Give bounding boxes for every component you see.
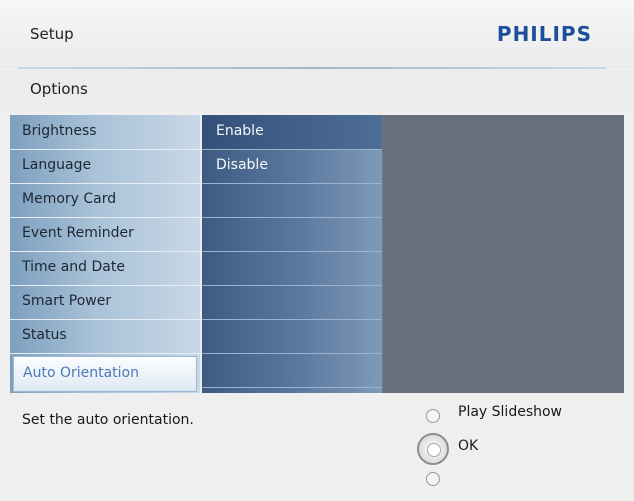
menu-panel: Brightness Language Memory Card Event Re… — [10, 115, 624, 393]
submenu-item-empty — [202, 353, 382, 388]
section-header: Options — [0, 70, 634, 112]
menu-item-brightness[interactable]: Brightness — [10, 115, 200, 150]
menu-item-auto-orientation[interactable]: Auto Orientation — [13, 356, 197, 392]
menu-item-label: Brightness — [22, 123, 97, 139]
submenu-item-label: Enable — [216, 123, 264, 139]
submenu-item-empty — [202, 183, 382, 218]
play-slideshow-label: Play Slideshow — [458, 404, 562, 420]
menu-item-memory-card[interactable]: Memory Card — [10, 183, 200, 218]
navigation-controls: Play Slideshow OK — [412, 400, 612, 495]
down-button-icon[interactable] — [426, 472, 440, 486]
submenu-item-empty — [202, 251, 382, 286]
menu-item-label: Language — [22, 157, 92, 173]
header-divider — [18, 67, 606, 69]
menu-item-label: Status — [22, 327, 67, 343]
menu-item-time-and-date[interactable]: Time and Date — [10, 251, 200, 286]
menu-item-label: Memory Card — [22, 191, 117, 207]
menu-item-language[interactable]: Language — [10, 149, 200, 184]
submenu-item-empty — [202, 217, 382, 252]
menu-item-status[interactable]: Status — [10, 319, 200, 354]
menu-item-event-reminder[interactable]: Event Reminder — [10, 217, 200, 252]
brand-logo: PHILIPS — [496, 22, 592, 46]
up-button-icon[interactable] — [426, 409, 440, 423]
submenu-item-empty — [202, 319, 382, 354]
ok-label: OK — [458, 438, 479, 454]
submenu: Enable Disable — [202, 115, 382, 393]
submenu-item-disable[interactable]: Disable — [202, 149, 382, 184]
submenu-item-enable[interactable]: Enable — [202, 115, 382, 150]
options-menu: Brightness Language Memory Card Event Re… — [10, 115, 202, 393]
submenu-item-empty — [202, 285, 382, 320]
header-bar: Setup PHILIPS — [0, 0, 634, 68]
menu-item-smart-power[interactable]: Smart Power — [10, 285, 200, 320]
preview-area — [384, 115, 624, 393]
footer-bar: Set the auto orientation. Play Slideshow… — [0, 394, 634, 501]
help-text: Set the auto orientation. — [22, 412, 194, 428]
ok-button-icon[interactable] — [417, 433, 449, 465]
menu-item-label: Smart Power — [22, 293, 112, 309]
menu-item-label: Auto Orientation — [23, 365, 139, 381]
section-label: Options — [30, 80, 88, 98]
submenu-item-label: Disable — [216, 157, 268, 173]
menu-item-label: Time and Date — [22, 259, 125, 275]
page-title: Setup — [30, 25, 74, 43]
menu-item-label: Event Reminder — [22, 225, 134, 241]
setup-screen: Setup PHILIPS Options Brightness Languag… — [0, 0, 634, 501]
